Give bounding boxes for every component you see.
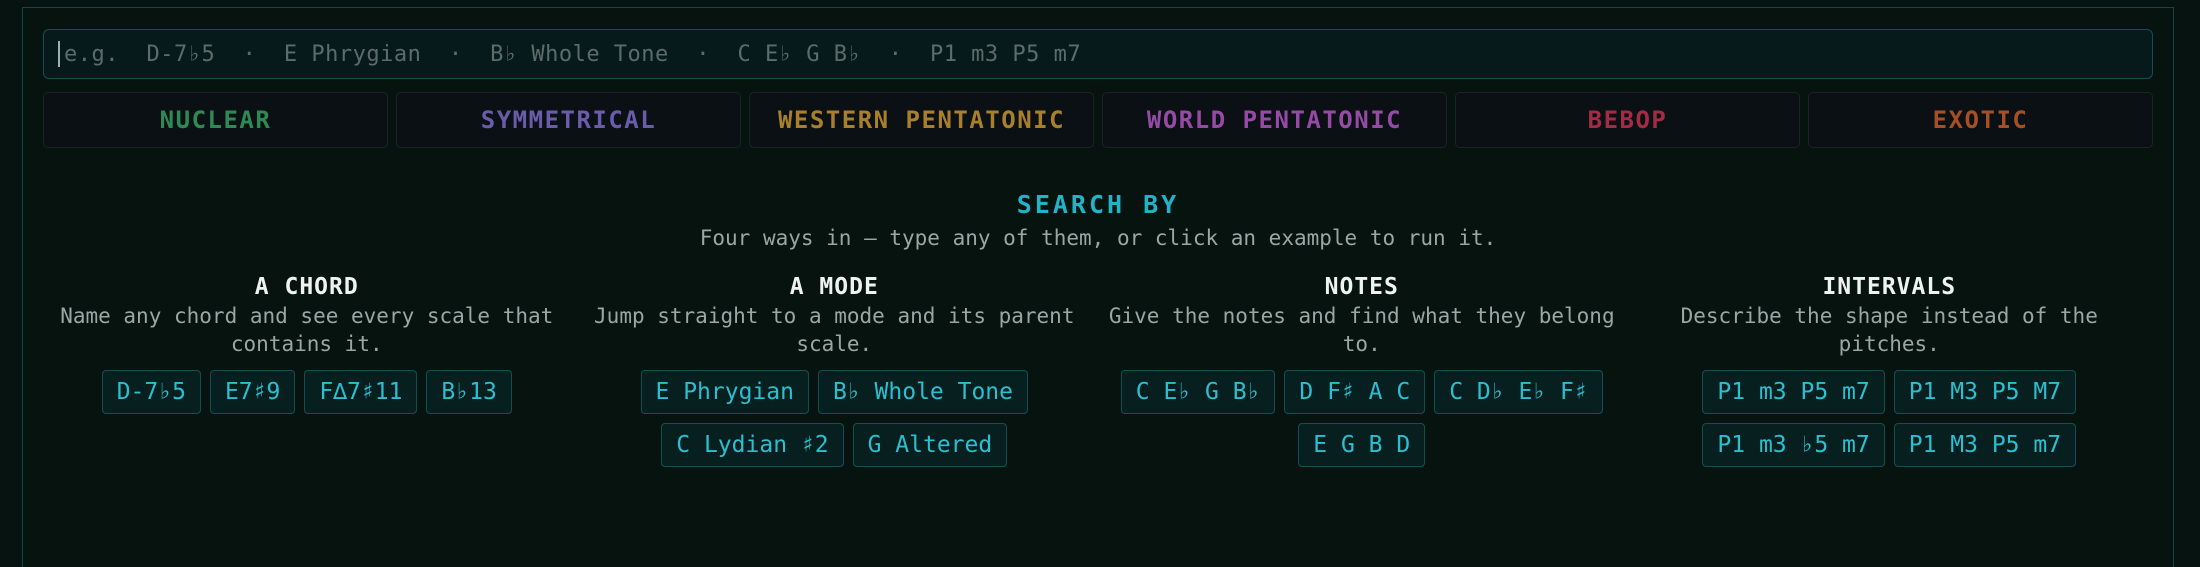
section-title: A CHORD [254,274,359,300]
example-chip[interactable]: P1 m3 ♭5 m7 [1702,423,1885,467]
search-input[interactable] [62,40,2152,68]
example-chip[interactable]: D-7♭5 [101,370,201,414]
example-chip[interactable]: E7♯9 [209,370,296,414]
section-intervals: INTERVALS Describe the shape instead of … [1626,272,2154,467]
main-panel: NUCLEAR SYMMETRICAL WESTERN PENTATONIC W… [22,7,2174,567]
search-by-sections: A CHORD Name any chord and see every sca… [43,272,2153,467]
section-description: Name any chord and see every scale that … [60,304,554,356]
example-chips: D-7♭5 E7♯9 F∆7♯11 B♭13 [47,370,567,414]
example-chip[interactable]: P1 m3 P5 m7 [1702,370,1885,414]
category-bebop[interactable]: BEBOP [1455,92,1800,148]
section-description: Describe the shape instead of the pitche… [1680,304,2098,356]
section-chord: A CHORD Name any chord and see every sca… [43,272,571,467]
example-chips: C E♭ G B♭ D F♯ A C C D♭ E♭ F♯ E G B D [1102,370,1622,467]
category-western-pentatonic[interactable]: WESTERN PENTATONIC [749,92,1094,148]
section-title: A MODE [789,274,879,300]
category-nuclear[interactable]: NUCLEAR [43,92,388,148]
example-chip[interactable]: P1 M3 P5 M7 [1893,370,2077,414]
section-notes: NOTES Give the notes and find what they … [1098,272,1626,467]
search-by-title: SEARCH BY [1016,190,1180,219]
category-exotic[interactable]: EXOTIC [1808,92,2153,148]
example-chip[interactable]: B♭13 [426,370,512,414]
example-chip[interactable]: E G B D [1298,423,1426,467]
text-caret [58,41,60,67]
example-chip[interactable]: C D♭ E♭ F♯ [1434,370,1603,414]
example-chip[interactable]: P1 M3 P5 m7 [1893,423,2077,467]
search-box[interactable] [43,29,2153,79]
section-title: INTERVALS [1822,274,1957,300]
example-chip[interactable]: B♭ Whole Tone [817,370,1028,414]
section-description: Jump straight to a mode and its parent s… [594,304,1075,356]
example-chip[interactable]: E Phrygian [640,370,809,414]
category-bar: NUCLEAR SYMMETRICAL WESTERN PENTATONIC W… [43,92,2153,148]
example-chips: E Phrygian B♭ Whole Tone C Lydian ♯2 G A… [574,370,1094,467]
example-chip[interactable]: G Altered [852,423,1008,467]
example-chip[interactable]: C Lydian ♯2 [661,423,844,467]
section-description: Give the notes and find what they belong… [1108,304,1615,356]
example-chip[interactable]: F∆7♯11 [304,370,418,414]
category-world-pentatonic[interactable]: WORLD PENTATONIC [1102,92,1447,148]
search-by-subtitle: Four ways in — type any of them, or clic… [699,226,1497,250]
example-chip[interactable]: D F♯ A C [1284,370,1426,414]
example-chip[interactable]: C E♭ G B♭ [1120,370,1276,414]
section-title: NOTES [1324,274,1399,300]
category-symmetrical[interactable]: SYMMETRICAL [396,92,741,148]
section-mode: A MODE Jump straight to a mode and its p… [571,272,1099,467]
example-chips: P1 m3 P5 m7 P1 M3 P5 M7 P1 m3 ♭5 m7 P1 M… [1679,370,2099,467]
